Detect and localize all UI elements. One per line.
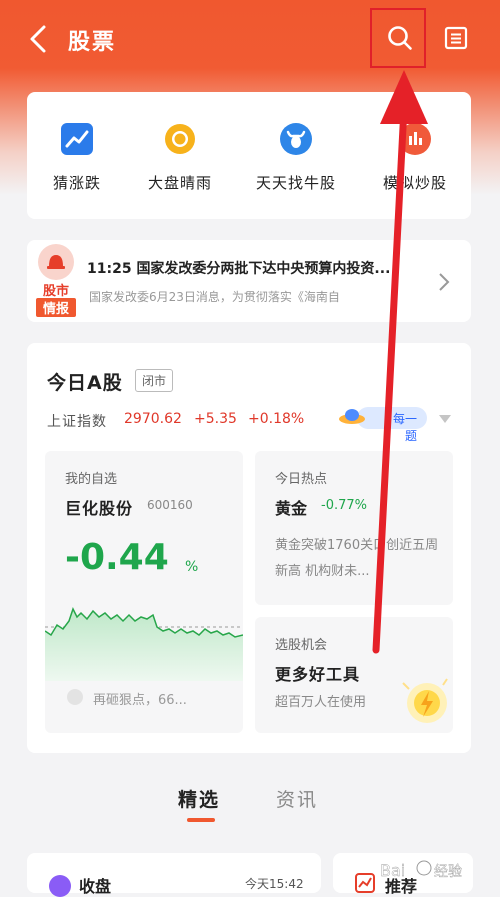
market-status-badge: 闭市 (135, 369, 174, 392)
watermark-logo: Bai 经验 (380, 860, 462, 880)
menu-icon[interactable] (443, 25, 469, 51)
favorite-stock-percent: -0.44 (65, 537, 169, 578)
search-icon[interactable] (386, 24, 414, 52)
market-title: 今日A股 (47, 372, 123, 394)
simulated-trading-icon (399, 123, 431, 155)
top-bar: 股票 (0, 0, 500, 80)
opportunity-subtitle: 超百万人在使用 (275, 695, 367, 710)
trend-chart-icon (61, 123, 93, 155)
favorite-stock-code: 600160 (147, 498, 193, 512)
tab-featured[interactable]: 精选 (178, 785, 220, 812)
favorite-stock-percent-unit: % (185, 559, 199, 575)
news-card[interactable]: 股市 情报 11:25 国家发改委分两批下达中央预算内投资... 国家发改委6月… (27, 240, 471, 322)
quick-entry-label: 猜涨跌 (52, 174, 101, 192)
hotspot-name: 黄金 (275, 499, 308, 518)
close-card-time: 今天15:42 (245, 877, 304, 891)
svg-text:Bai: Bai (380, 861, 405, 880)
quick-entry-label: 天天找牛股 (255, 174, 336, 192)
hotspot-percent: -0.77% (321, 498, 367, 513)
ufo-icon (339, 409, 365, 424)
lightbulb-icon (402, 678, 448, 723)
hotspot-description: 黄金突破1760关口创近五周新高 机构财未... (275, 538, 439, 579)
avatar (67, 689, 83, 705)
svg-text:经验: 经验 (434, 864, 462, 880)
page-title: 股票 (68, 30, 117, 55)
news-badge: 股市 情报 (36, 244, 76, 317)
quick-entry-guess[interactable]: 猜涨跌 (27, 92, 127, 219)
active-tab-indicator (187, 818, 215, 822)
today-hotspot-panel[interactable]: 今日热点 黄金 -0.77% 黄金突破1760关口创近五周新高 机构财未... (255, 451, 453, 605)
quick-entry-card: 猜涨跌 大盘晴雨 天天找牛股 模拟炒股 (27, 92, 471, 219)
index-change: +5.35 (194, 411, 237, 427)
market-close-card[interactable]: 收盘 今天15:42 (27, 853, 321, 897)
dropdown-arrow-icon[interactable] (439, 415, 451, 423)
chevron-left-icon[interactable] (26, 24, 50, 54)
index-value: 2970.62 (124, 411, 182, 427)
chevron-right-icon (439, 273, 450, 291)
favorites-caption: 我的自选 (65, 472, 118, 487)
news-title: 11:25 国家发改委分两批下达中央预算内投资... (87, 261, 391, 277)
hotspot-caption: 今日热点 (275, 472, 328, 487)
index-name[interactable]: 上证指数 (47, 411, 107, 431)
news-badge-top: 股市 (42, 284, 69, 299)
bull-icon (280, 123, 312, 155)
news-badge-bottom: 情报 (36, 298, 76, 317)
stock-opportunity-panel[interactable]: 选股机会 更多好工具 超百万人在使用 (255, 617, 453, 733)
quick-entry-find-bull[interactable]: 天天找牛股 (246, 92, 346, 219)
quick-entry-label: 大盘晴雨 (147, 174, 212, 192)
quiz-label-left: 每 (393, 412, 406, 426)
quick-entry-market-weather[interactable]: 大盘晴雨 (130, 92, 230, 219)
daily-quiz-button[interactable]: 每 一题 (357, 407, 427, 443)
index-percent: +0.18% (248, 411, 305, 427)
quick-entry-simulated-trading[interactable]: 模拟炒股 (365, 92, 465, 219)
intraday-sparkline (45, 607, 243, 681)
news-summary: 国家发改委6月23日消息，为贯彻落实《海南自 (89, 290, 340, 304)
sun-icon (165, 124, 195, 154)
quick-entry-label: 模拟炒股 (382, 174, 447, 192)
opportunity-title: 更多好工具 (275, 665, 361, 684)
recommend-chart-icon (355, 873, 375, 893)
favorites-comment: 再砸狠点，66... (93, 693, 187, 708)
tab-news[interactable]: 资讯 (276, 785, 318, 812)
chat-bubble-icon (49, 875, 71, 897)
quiz-label-right: 一题 (405, 412, 418, 443)
favorite-stock-name: 巨化股份 (65, 499, 134, 518)
bell-icon (38, 244, 74, 280)
close-card-title: 收盘 (79, 877, 112, 896)
my-favorites-panel[interactable]: 我的自选 巨化股份 600160 -0.44 % 再砸狠点，66... (45, 451, 243, 733)
a-share-market-card: 今日A股 闭市 上证指数 2970.62 +5.35 +0.18% 每 一题 我… (27, 343, 471, 753)
opportunity-caption: 选股机会 (275, 638, 328, 653)
